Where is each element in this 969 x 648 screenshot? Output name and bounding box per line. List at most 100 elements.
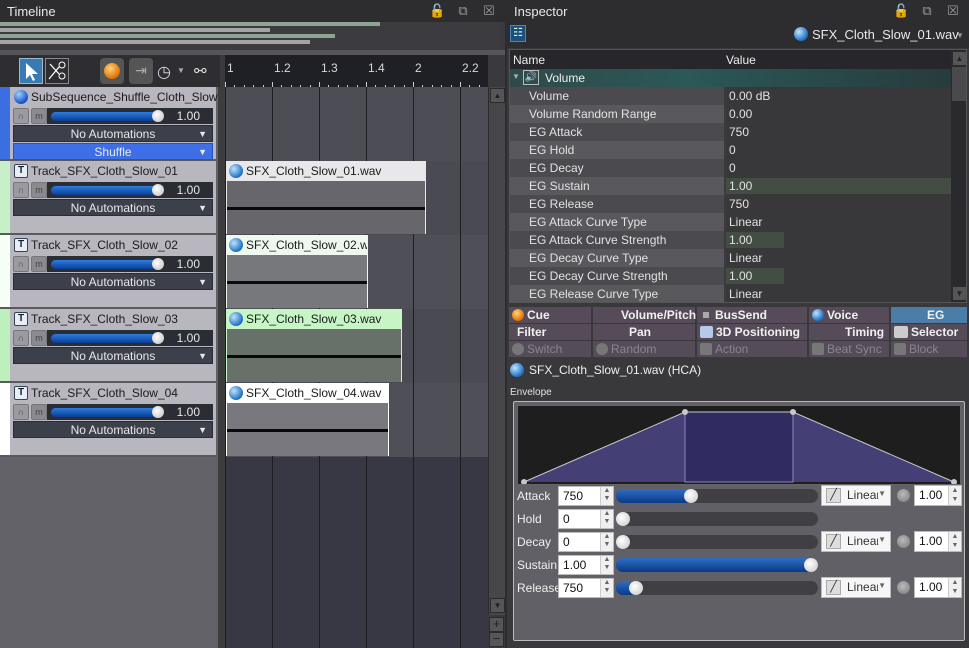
play-button[interactable] xyxy=(100,58,124,84)
link-icon[interactable]: ⚯ xyxy=(194,62,207,80)
property-value[interactable]: Linear xyxy=(726,213,951,231)
volume-slider[interactable]: 1.00 xyxy=(47,108,213,124)
curve-strength-spinbox[interactable]: 1.00 ▲ ▼ xyxy=(914,485,962,506)
vertical-splitter[interactable] xyxy=(218,87,225,648)
close-icon[interactable]: ☒ xyxy=(481,3,497,19)
chevron-down-icon[interactable]: ▼ xyxy=(956,31,964,40)
volume-knob[interactable] xyxy=(152,110,164,122)
volume-knob[interactable] xyxy=(152,184,164,196)
column-value[interactable]: Value xyxy=(726,53,756,67)
param-spinbox[interactable]: 1.00 ▲ ▼ xyxy=(558,555,614,575)
strength-knob-icon[interactable] xyxy=(897,489,910,502)
automation-dropdown[interactable]: No Automations ▼ xyxy=(13,421,213,438)
track-header[interactable]: T Track_SFX_Cloth_Slow_02 ∩ m 1.00 No Au… xyxy=(0,235,216,309)
timeline-grid[interactable]: SFX_Cloth_Slow_01.wav SFX_Cloth_Slow_02.… xyxy=(225,87,488,648)
clock-icon[interactable]: ◷ xyxy=(157,62,171,82)
track-header[interactable]: T Track_SFX_Cloth_Slow_04 ∩ m 1.00 No Au… xyxy=(0,383,216,457)
float-icon[interactable]: ⧉ xyxy=(919,3,935,19)
property-row[interactable]: EG Hold 0 xyxy=(510,141,951,159)
spin-arrows-icon[interactable]: ▲ ▼ xyxy=(600,579,613,597)
waveform-clip[interactable]: SFX_Cloth_Slow_01.wav xyxy=(226,161,426,234)
automation-dropdown[interactable]: No Automations ▼ xyxy=(13,125,213,142)
property-group-volume[interactable]: ▼ 🔊 Volume xyxy=(510,69,951,87)
volume-slider[interactable]: 1.00 xyxy=(47,182,213,198)
property-value[interactable]: 750 xyxy=(726,123,951,141)
timeline-vertical-scrollbar[interactable]: ▲ ▼ xyxy=(488,87,505,615)
volume-slider[interactable]: 1.00 xyxy=(47,330,213,346)
timeline-ruler[interactable]: 1 1.2 1.3 1.4 2 2.2 xyxy=(225,55,488,87)
volume-knob[interactable] xyxy=(152,258,164,270)
envelope-graph[interactable] xyxy=(517,405,961,485)
tab-cue[interactable]: Cue xyxy=(509,307,591,323)
slider-knob[interactable] xyxy=(616,535,630,549)
param-spinbox[interactable]: 750 ▲ ▼ xyxy=(558,578,614,598)
mute-icon[interactable]: m xyxy=(31,256,47,272)
param-slider[interactable] xyxy=(616,558,818,572)
timeline-overview[interactable] xyxy=(0,22,500,50)
unlock-icon[interactable]: 🔓 xyxy=(893,3,909,19)
collapse-icon[interactable]: ▼ xyxy=(512,72,520,81)
list-view-icon[interactable]: ☷ xyxy=(510,25,526,42)
spin-arrows-icon[interactable]: ▲ ▼ xyxy=(600,510,613,528)
envelope-toggle-icon[interactable]: ∩ xyxy=(13,404,29,420)
property-row[interactable]: EG Decay 0 xyxy=(510,159,951,177)
curve-type-dropdown[interactable]: ╱ Linear ▼ xyxy=(821,485,891,506)
close-icon[interactable]: ☒ xyxy=(945,3,961,19)
envelope-toggle-icon[interactable]: ∩ xyxy=(13,256,29,272)
property-row[interactable]: EG Release 750 xyxy=(510,195,951,213)
property-row[interactable]: Volume 0.00 dB xyxy=(510,87,951,105)
mute-icon[interactable]: m xyxy=(31,330,47,346)
scroll-up-button[interactable]: ▲ xyxy=(952,51,966,66)
subsequence-lane[interactable] xyxy=(225,87,488,161)
property-row[interactable]: EG Sustain 1.00 xyxy=(510,177,951,195)
property-row[interactable]: EG Attack Curve Type Linear xyxy=(510,213,951,231)
envelope-toggle-icon[interactable]: ∩ xyxy=(13,330,29,346)
tab-selector[interactable]: Selector xyxy=(891,324,967,340)
property-value[interactable]: Linear xyxy=(726,285,951,302)
scroll-down-button[interactable]: ▼ xyxy=(952,286,966,301)
property-row[interactable]: EG Decay Curve Type Linear xyxy=(510,249,951,267)
property-row[interactable]: EG Release Curve Type Linear xyxy=(510,285,951,302)
chevron-down-icon[interactable]: ▼ xyxy=(177,66,185,75)
waveform-clip[interactable]: SFX_Cloth_Slow_04.wav xyxy=(226,383,389,456)
strength-knob-icon[interactable] xyxy=(897,535,910,548)
property-value[interactable]: 750 xyxy=(726,195,951,213)
decay-point[interactable] xyxy=(790,409,796,415)
curve-type-dropdown[interactable]: ╱ Linear ▼ xyxy=(821,531,891,552)
tab-volume-pitch[interactable]: Volume/Pitch xyxy=(593,307,696,323)
tab-timing[interactable]: Timing xyxy=(809,324,889,340)
curve-strength-spinbox[interactable]: 1.00 ▲ ▼ xyxy=(914,577,962,598)
spin-arrows-icon[interactable]: ▲ ▼ xyxy=(600,487,613,505)
scroll-down-button[interactable]: ▼ xyxy=(490,598,505,613)
slider-knob[interactable] xyxy=(629,581,643,595)
clip-header[interactable]: SFX_Cloth_Slow_01.wav xyxy=(227,162,425,181)
clip-header[interactable]: SFX_Cloth_Slow_04.wav xyxy=(227,384,388,403)
scroll-up-button[interactable]: ▲ xyxy=(490,88,505,103)
param-spinbox[interactable]: 750 ▲ ▼ xyxy=(558,486,614,506)
param-slider[interactable] xyxy=(616,581,818,595)
param-slider[interactable] xyxy=(616,535,818,549)
property-value[interactable]: 0.00 dB xyxy=(726,87,951,105)
volume-knob[interactable] xyxy=(152,406,164,418)
param-slider[interactable] xyxy=(616,489,818,503)
subsequence-header[interactable]: SubSequence_Shuffle_Cloth_Slow ∩ m 1.00 … xyxy=(0,87,218,161)
mute-icon[interactable]: m xyxy=(31,404,47,420)
mute-icon[interactable]: m xyxy=(31,108,47,124)
tab-3d-positioning[interactable]: 3D Positioning xyxy=(697,324,807,340)
automation-dropdown[interactable]: No Automations ▼ xyxy=(13,273,213,290)
release-point[interactable] xyxy=(951,479,957,485)
strength-knob-icon[interactable] xyxy=(897,581,910,594)
volume-slider[interactable]: 1.00 xyxy=(47,404,213,420)
tab-bussend[interactable]: BusSend xyxy=(697,307,807,323)
tab-filter[interactable]: Filter xyxy=(509,324,591,340)
property-value[interactable]: 1.00 xyxy=(726,231,951,249)
tab-voice[interactable]: Voice xyxy=(809,307,889,323)
curve-strength-spinbox[interactable]: 1.00 ▲ ▼ xyxy=(914,531,962,552)
clip-header[interactable]: SFX_Cloth_Slow_03.wav xyxy=(227,310,401,329)
attack-point[interactable] xyxy=(682,409,688,415)
spin-arrows-icon[interactable]: ▲ ▼ xyxy=(600,533,613,551)
param-slider[interactable] xyxy=(616,512,818,526)
mute-icon[interactable]: m xyxy=(31,182,47,198)
spin-arrows-icon[interactable]: ▲ ▼ xyxy=(948,486,961,505)
property-value[interactable]: 1.00 xyxy=(726,177,951,195)
